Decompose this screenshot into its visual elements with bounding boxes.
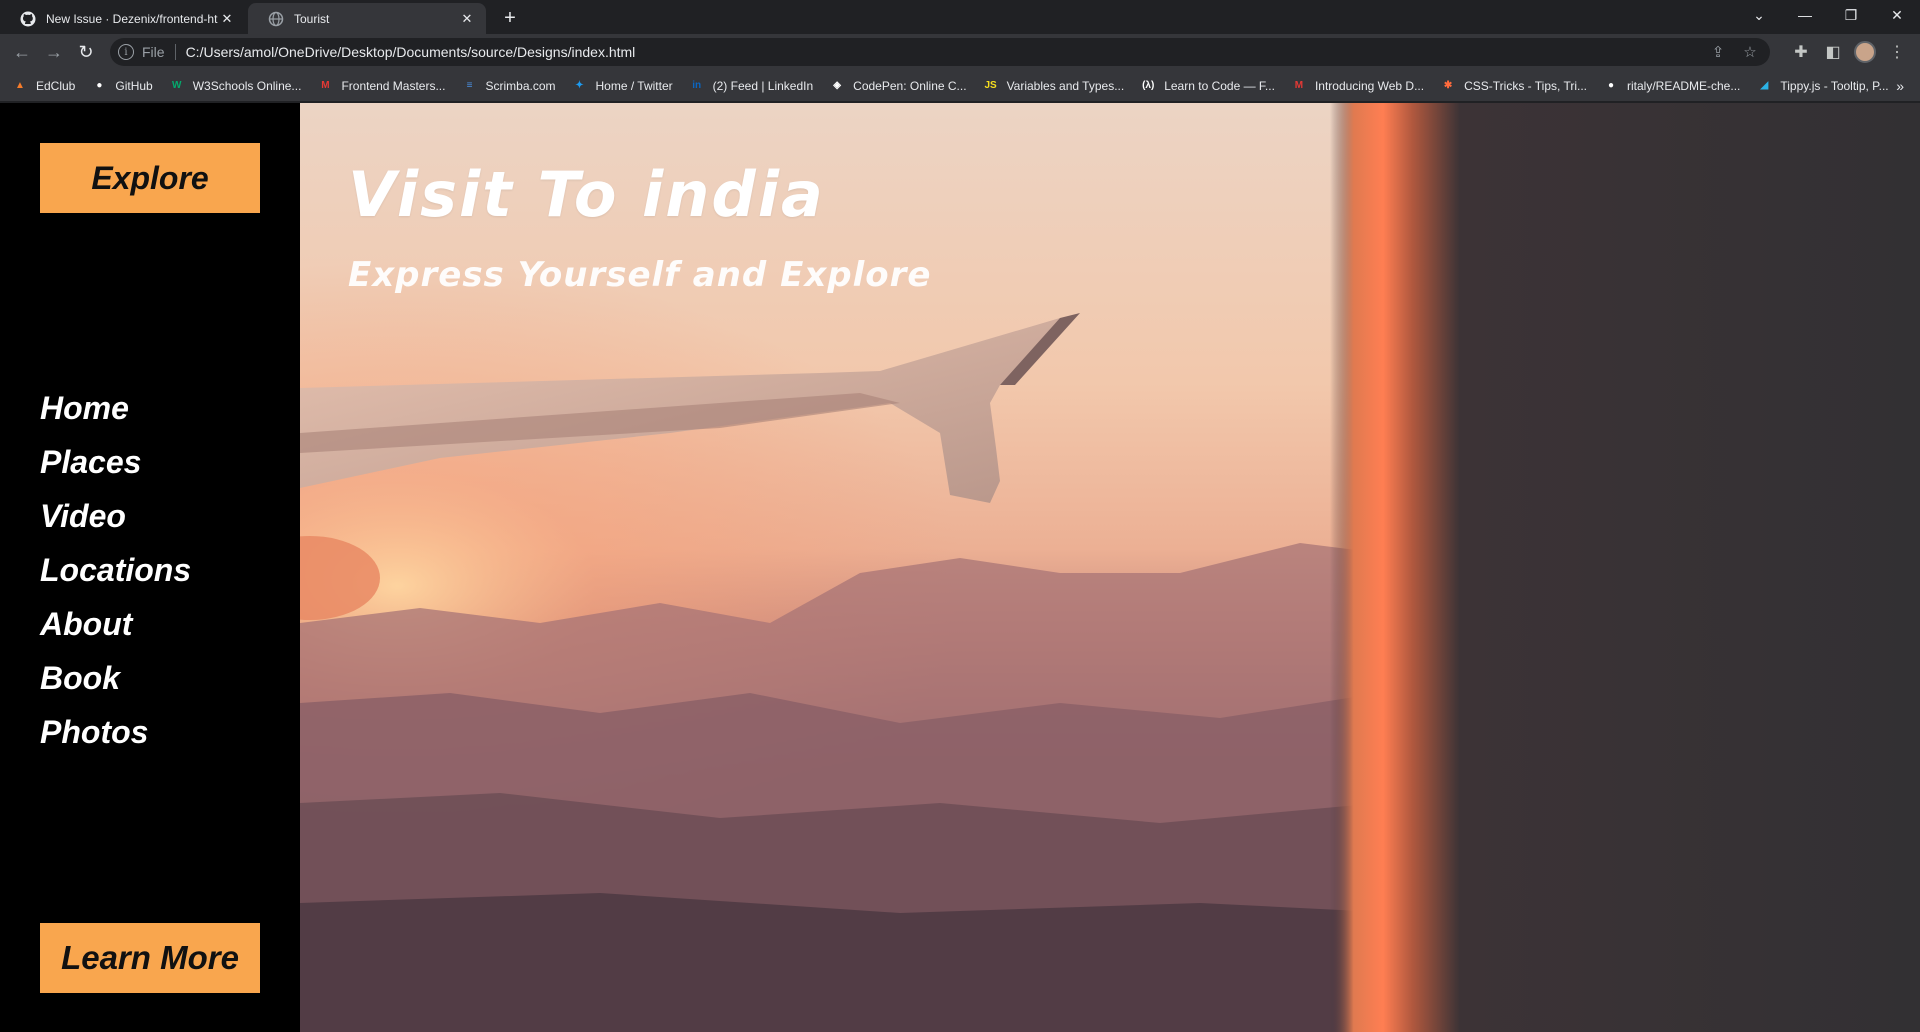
bookmark-label: Variables and Types... — [1006, 78, 1125, 93]
sidebar: Explore Home Places Video Locations Abou… — [0, 103, 300, 1032]
nav-item-about[interactable]: About — [40, 597, 191, 651]
nav-item-video[interactable]: Video — [40, 489, 191, 543]
nav-item-photos[interactable]: Photos — [40, 705, 191, 759]
menu-icon[interactable]: ⋮ — [1885, 40, 1909, 64]
github-icon — [20, 11, 36, 27]
avatar — [1854, 41, 1876, 63]
url-scheme: File — [142, 44, 165, 60]
frontendmasters-icon: M — [1294, 80, 1304, 91]
globe-icon — [268, 11, 284, 27]
csstricks-icon: ✱ — [1443, 80, 1453, 91]
bookmark-item[interactable]: ✦ Home / Twitter — [572, 78, 673, 94]
twitter-icon: ✦ — [575, 80, 584, 91]
bookmark-label: EdClub — [36, 78, 76, 93]
bookmark-label: W3Schools Online... — [192, 78, 302, 93]
bookmark-item[interactable]: ◢ Tippy.js - Tooltip, P... — [1756, 78, 1889, 94]
hero-subtitle: Express Yourself and Explore — [348, 255, 932, 295]
bookmark-item[interactable]: ▲ EdClub — [12, 78, 75, 94]
bookmark-item[interactable]: JS Variables and Types... — [983, 78, 1125, 94]
hero-title: Visit To india — [348, 158, 825, 231]
bookmark-item[interactable]: in (2) Feed | LinkedIn — [689, 78, 814, 94]
profile-avatar[interactable] — [1853, 40, 1877, 64]
bookmark-item[interactable]: (λ) Learn to Code — F... — [1140, 78, 1275, 94]
bookmark-item[interactable]: ● GitHub — [91, 78, 152, 94]
bookmark-label: Tippy.js - Tooltip, P... — [1780, 78, 1889, 93]
bookmark-label: Learn to Code — F... — [1164, 78, 1275, 93]
explore-button[interactable]: Explore — [40, 143, 260, 213]
learn-more-label: Learn More — [61, 939, 239, 976]
bookmark-item[interactable]: W W3Schools Online... — [169, 78, 302, 94]
share-icon[interactable]: ⇪ — [1708, 42, 1728, 62]
bookmark-label: Introducing Web D... — [1314, 78, 1425, 93]
new-tab-button[interactable]: + — [498, 6, 522, 30]
tab-title: Tourist — [294, 11, 330, 26]
bookmark-label: Scrimba.com — [485, 78, 556, 93]
url-text[interactable]: C:/Users/amol/OneDrive/Desktop/Documents… — [186, 44, 636, 60]
forward-icon[interactable]: → — [40, 38, 68, 66]
tab-search-icon[interactable]: ⌄ — [1736, 0, 1782, 30]
bookmark-label: (2) Feed | LinkedIn — [712, 78, 814, 93]
extensions-icon[interactable]: ✚ — [1789, 40, 1813, 64]
reload-icon[interactable]: ↻ — [72, 38, 100, 66]
address-bar[interactable]: i File C:/Users/amol/OneDrive/Desktop/Do… — [110, 38, 1770, 66]
bookmark-label: Frontend Masters... — [341, 78, 446, 93]
github-icon: ● — [96, 80, 103, 91]
frontendmasters-icon: M — [321, 80, 330, 91]
nav-item-home[interactable]: Home — [40, 381, 191, 435]
bookmark-label: Home / Twitter — [595, 78, 673, 93]
divider — [174, 44, 176, 60]
bookmark-label: ritaly/README-che... — [1627, 78, 1741, 93]
js-icon: JS — [984, 80, 997, 91]
tab-github-issue[interactable]: New Issue · Dezenix/frontend-ht ✕ — [0, 3, 246, 34]
nav-item-locations[interactable]: Locations — [40, 543, 191, 597]
page-viewport: Explore Home Places Video Locations Abou… — [0, 103, 1920, 1032]
hero-section: Visit To india Express Yourself and Expl… — [300, 103, 1920, 1032]
nav-item-book[interactable]: Book — [40, 651, 191, 705]
bookmark-item[interactable]: M Introducing Web D... — [1291, 78, 1424, 94]
close-tab-icon[interactable]: ✕ — [218, 10, 236, 28]
scrimba-icon: ≡ — [466, 80, 473, 91]
tab-tourist[interactable]: Tourist ✕ — [248, 3, 486, 34]
more-bookmarks-icon[interactable]: » — [1896, 78, 1904, 94]
w3schools-icon: W — [171, 80, 182, 91]
side-panel-icon[interactable]: ◧ — [1821, 40, 1845, 64]
bookmark-label: CSS-Tricks - Tips, Tri... — [1464, 78, 1587, 93]
close-tab-icon[interactable]: ✕ — [458, 10, 476, 28]
bookmark-label: GitHub — [115, 78, 153, 93]
edclub-icon: ▲ — [15, 80, 25, 91]
browser-toolbar: ← → ↻ i File C:/Users/amol/OneDrive/Desk… — [0, 34, 1920, 70]
bookmarks-bar: ▲ EdClub ● GitHub W W3Schools Online... M Front… — [0, 70, 1920, 102]
freecodecamp-icon: (λ) — [1142, 80, 1155, 91]
back-icon[interactable]: ← — [8, 38, 36, 66]
linkedin-icon: in — [692, 80, 702, 91]
info-icon[interactable]: i — [118, 44, 134, 60]
bookmark-item[interactable]: ● ritaly/README-che... — [1603, 78, 1740, 94]
tab-title: New Issue · Dezenix/frontend-ht — [46, 11, 218, 26]
bookmark-item[interactable]: M Frontend Masters... — [317, 78, 445, 94]
bookmark-item[interactable]: ≡ Scrimba.com — [461, 78, 556, 94]
bookmark-label: CodePen: Online C... — [853, 78, 967, 93]
bookmark-item[interactable]: ✱ CSS-Tricks - Tips, Tri... — [1440, 78, 1587, 94]
explore-label: Explore — [91, 159, 209, 196]
minimize-icon[interactable]: — — [1782, 0, 1828, 30]
nav-item-places[interactable]: Places — [40, 435, 191, 489]
tab-strip: New Issue · Dezenix/frontend-ht ✕ Touris… — [0, 0, 1920, 34]
close-window-icon[interactable]: ✕ — [1874, 0, 1920, 30]
github-icon: ● — [1607, 80, 1615, 91]
bookmark-star-icon[interactable]: ☆ — [1740, 42, 1760, 62]
sidebar-nav: Home Places Video Locations About Book P… — [40, 381, 191, 759]
learn-more-button[interactable]: Learn More — [40, 923, 260, 993]
codepen-icon: ◈ — [833, 80, 841, 91]
bookmark-item[interactable]: ◈ CodePen: Online C... — [829, 78, 966, 94]
restore-icon[interactable]: ❐ — [1828, 0, 1874, 30]
tippy-icon: ◢ — [1760, 80, 1769, 91]
airplane-window-background — [300, 103, 1920, 1032]
